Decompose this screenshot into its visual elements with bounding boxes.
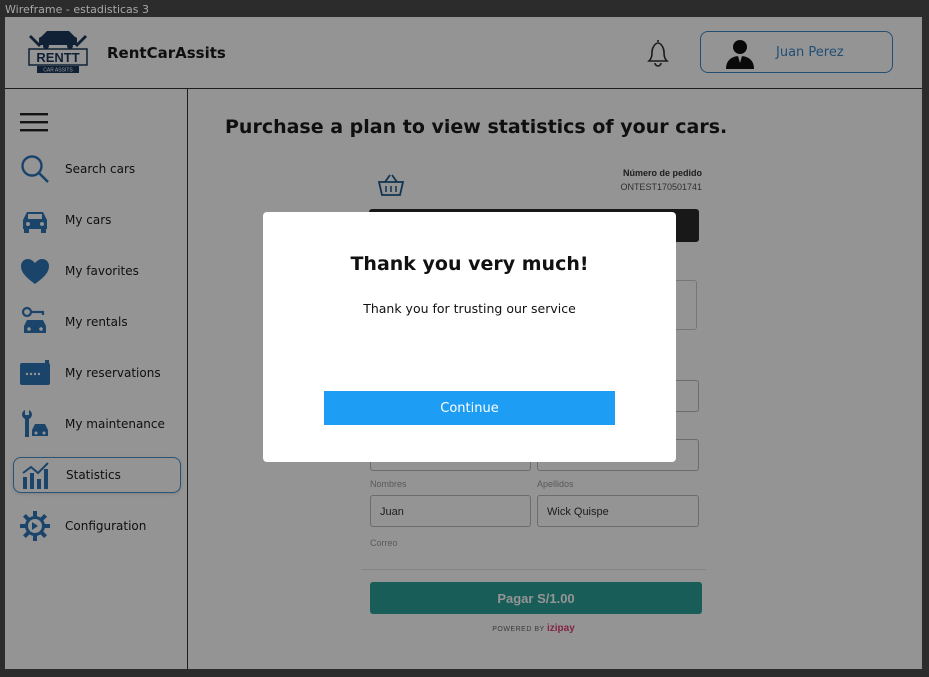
dialog-message: Thank you for trusting our service bbox=[363, 301, 576, 316]
continue-button[interactable]: Continue bbox=[324, 391, 615, 425]
window-title: Wireframe - estadisticas 3 bbox=[5, 3, 150, 16]
app-frame: RENTT CAR ASSITS RentCarAssits Juan Pere… bbox=[5, 17, 922, 669]
dialog-title: Thank you very much! bbox=[350, 253, 589, 275]
thank-you-dialog: Thank you very much! Thank you for trust… bbox=[263, 212, 676, 462]
